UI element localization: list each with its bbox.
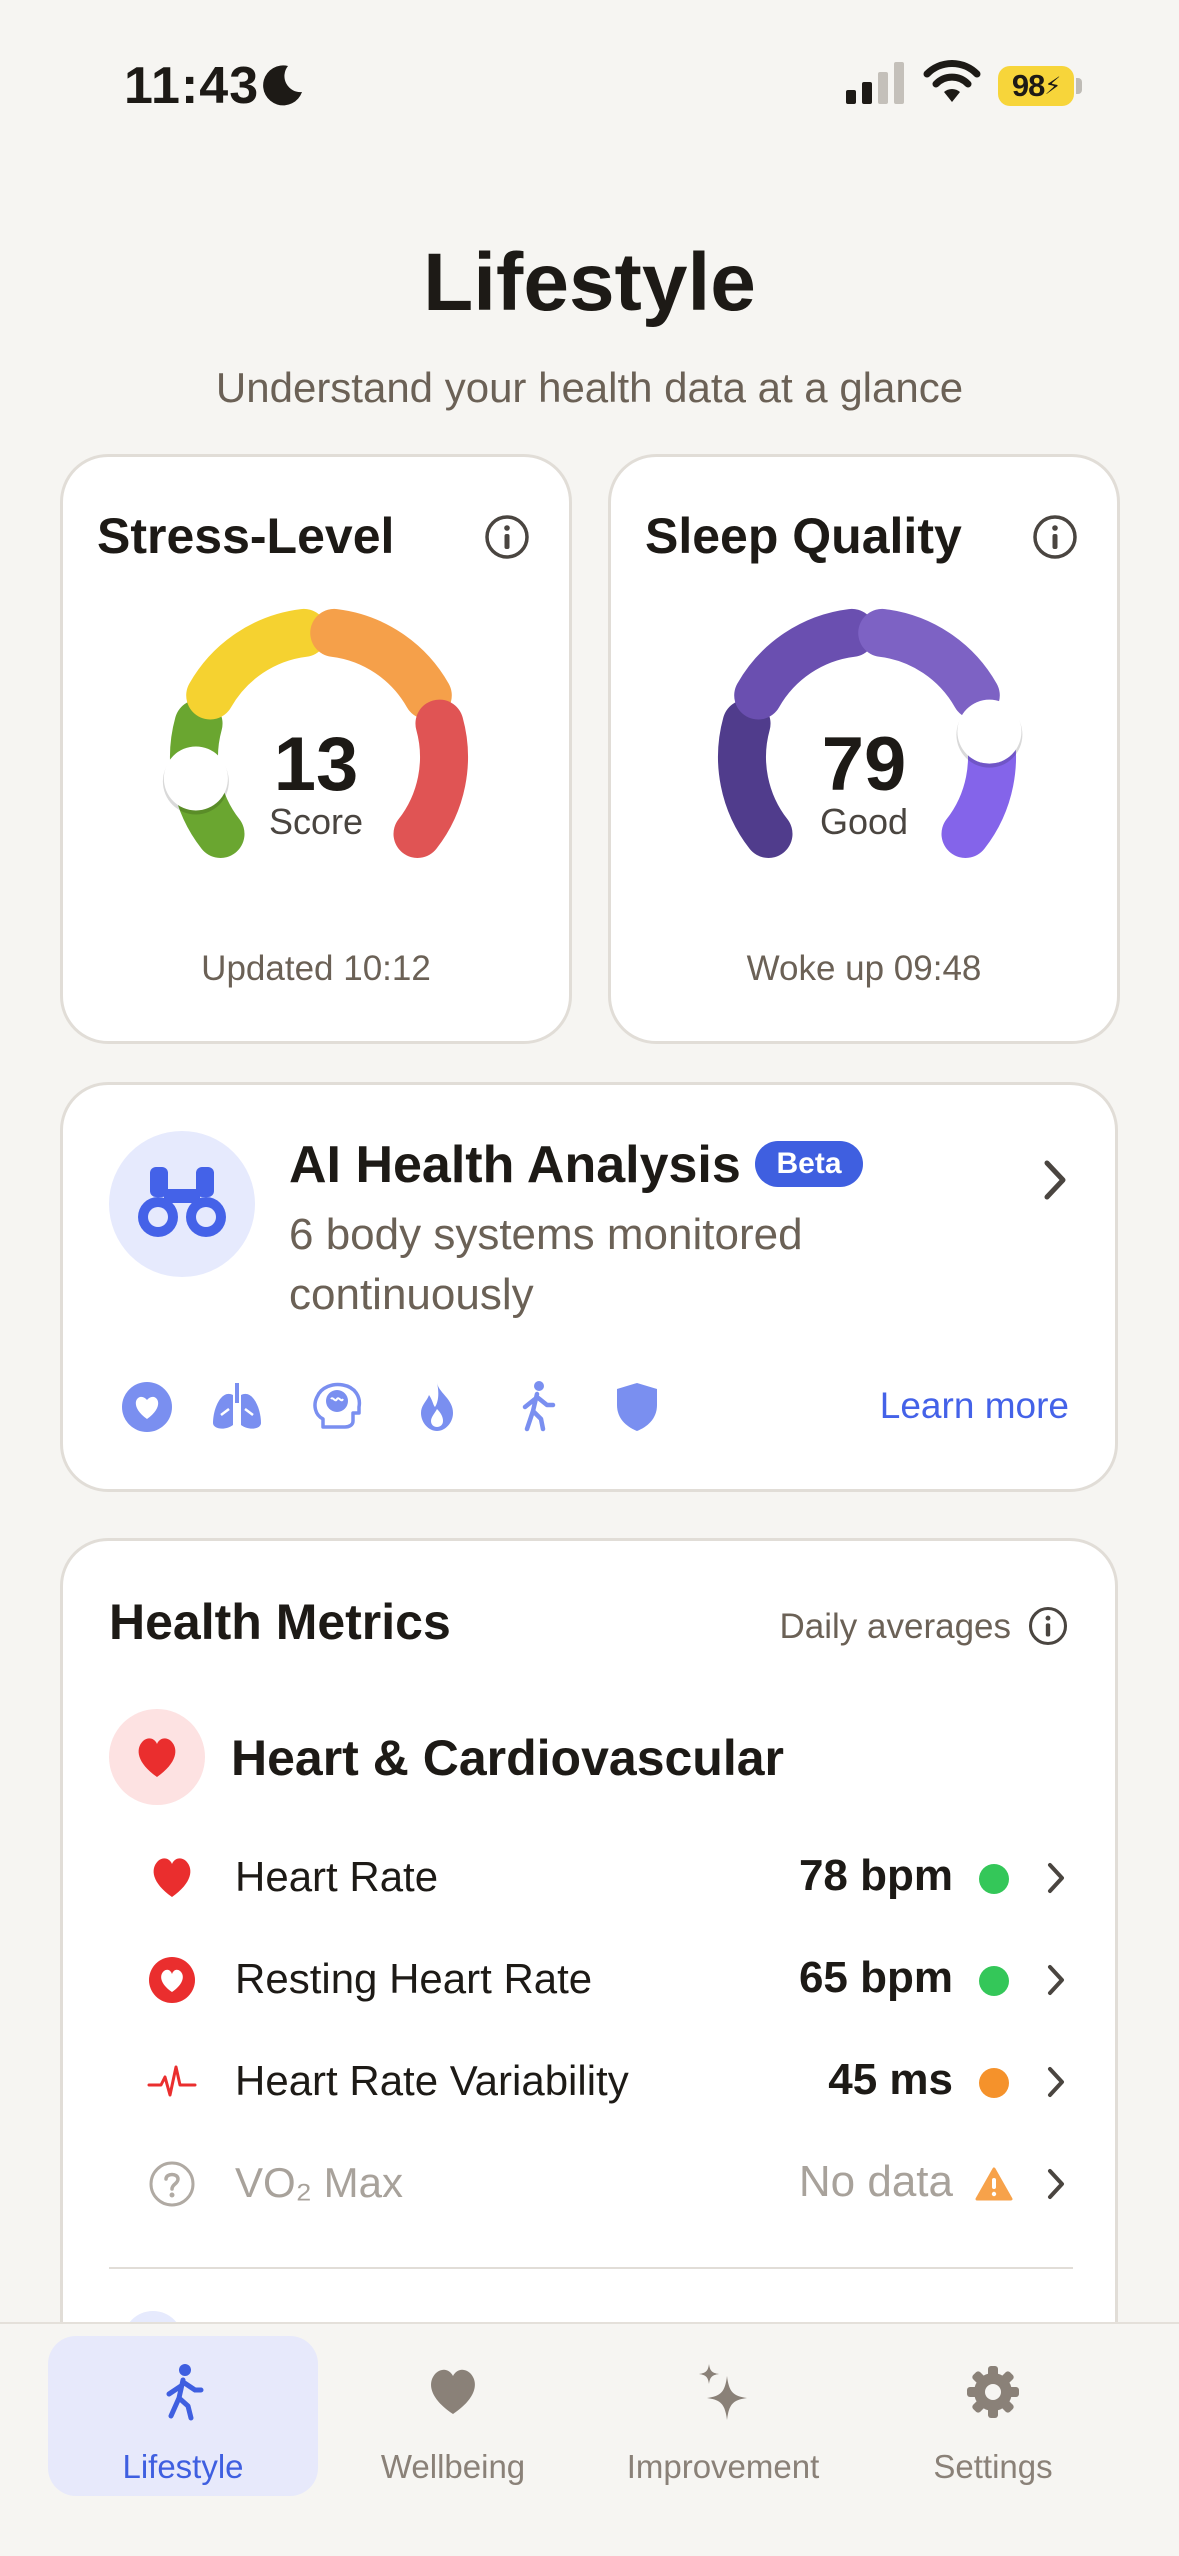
gauge-segment — [734, 608, 876, 720]
category-title: Heart & Cardiovascular — [231, 1730, 785, 1786]
battery-percent: 98 — [1011, 68, 1045, 103]
tab-label: Lifestyle — [122, 2448, 244, 2485]
metric-row-heart-rate[interactable]: Heart Rate 78 bpm — [63, 1833, 1115, 1923]
sleep-score-value: 79 — [821, 722, 907, 807]
battery-level: 98 ⚡ — [998, 66, 1074, 106]
chevron-right-icon — [1048, 1863, 1064, 1893]
ai-card-description: 6 body systems monitored continuously — [289, 1210, 803, 1319]
lungs-icon — [213, 1383, 261, 1429]
info-icon[interactable] — [483, 513, 531, 561]
ai-card-title: AI Health Analysis — [289, 1136, 741, 1194]
page-title: Lifestyle — [423, 237, 756, 328]
battery-cap — [1076, 78, 1082, 94]
walking-icon — [522, 1381, 556, 1432]
tab-label: Settings — [933, 2448, 1053, 2485]
metric-name: Resting Heart Rate — [235, 1955, 593, 2002]
chevron-right-icon — [1048, 1965, 1064, 1995]
stress-score-label: Score — [268, 801, 364, 842]
battery-indicator: 98 ⚡ — [998, 66, 1082, 106]
heart-icon — [153, 1858, 191, 1897]
flame-icon — [421, 1383, 453, 1431]
beta-badge: Beta — [755, 1141, 863, 1187]
walking-icon — [166, 2364, 204, 2421]
sleep-wake-time: Woke up 09:48 — [746, 949, 982, 988]
chevron-right-icon — [1048, 2169, 1064, 2199]
sleep-score-label: Good — [819, 801, 909, 842]
sleep-quality-card[interactable]: Sleep Quality 79 Good Woke up 09:48 — [608, 454, 1120, 1044]
status-dot — [979, 1864, 1009, 1894]
metric-name: VO₂ Max — [235, 2159, 403, 2206]
heart-icon — [138, 1738, 176, 1777]
chevron-right-icon — [1048, 2067, 1064, 2097]
shield-icon — [617, 1383, 657, 1431]
gauge-segment — [186, 608, 328, 720]
health-metrics-title: Health Metrics — [109, 1594, 451, 1650]
tab-label: Improvement — [626, 2448, 820, 2485]
metric-value: 45 ms — [828, 2055, 953, 2104]
metric-row-resting-heart-rate[interactable]: Resting Heart Rate 65 bpm — [63, 1935, 1115, 2025]
divider — [109, 2267, 1073, 2269]
ai-health-analysis-card[interactable]: AI Health Analysis Beta 6 body systems m… — [60, 1082, 1118, 1492]
metric-row-vo2-max[interactable]: VO₂ Max No data — [63, 2139, 1115, 2229]
question-circle-icon — [149, 2161, 195, 2207]
learn-more-link[interactable]: Learn more — [880, 1385, 1069, 1427]
status-dot — [979, 1966, 1009, 1996]
category-icon-badge — [109, 1709, 205, 1805]
heart-icon — [122, 1382, 172, 1432]
info-icon[interactable] — [1031, 513, 1079, 561]
warning-icon — [975, 2167, 1013, 2201]
tab-improvement[interactable]: Improvement — [588, 2336, 858, 2496]
brain-icon — [313, 1382, 362, 1429]
gauge-segment — [858, 608, 1000, 720]
pulse-icon — [147, 2065, 197, 2097]
binoculars-icon — [138, 1167, 226, 1237]
tab-wellbeing[interactable]: Wellbeing — [318, 2336, 588, 2496]
stress-updated-time: Updated 10:12 — [201, 949, 431, 988]
tab-settings[interactable]: Settings — [858, 2336, 1128, 2496]
heart-circle-icon — [149, 1957, 195, 2003]
stress-level-card[interactable]: Stress-Level 13 Score Updated 10:12 — [60, 454, 572, 1044]
gauge-segment — [310, 608, 452, 720]
metric-name: Heart Rate Variability — [235, 2057, 629, 2104]
stress-level-title: Stress-Level — [97, 508, 395, 564]
status-bar: 11:43 98 ⚡ — [0, 0, 1179, 160]
metric-row-heart-rate-variability[interactable]: Heart Rate Variability 45 ms — [63, 2037, 1115, 2127]
gear-icon — [967, 2366, 1019, 2418]
moon-icon — [263, 65, 302, 106]
page-subtitle: Understand your health data at a glance — [215, 364, 964, 411]
status-dot — [979, 2068, 1009, 2098]
tab-bar: Lifestyle Wellbeing Improvement Settings — [0, 2322, 1179, 2556]
heart-icon — [431, 2369, 475, 2414]
ai-avatar — [109, 1131, 255, 1277]
cellular-signal-icon — [846, 62, 904, 104]
stress-score-value: 13 — [273, 722, 359, 807]
metric-value: No data — [798, 2157, 953, 2206]
metric-name: Heart Rate — [235, 1853, 439, 1900]
status-time: 11:43 — [124, 57, 260, 115]
wifi-icon — [923, 60, 981, 102]
daily-averages-label: Daily averages — [779, 1607, 1012, 1646]
chevron-right-icon[interactable] — [1039, 1157, 1071, 1203]
tab-label: Wellbeing — [380, 2448, 526, 2485]
metric-value: 78 bpm — [798, 1851, 953, 1900]
metric-value: 65 bpm — [798, 1953, 953, 2002]
sleep-quality-title: Sleep Quality — [645, 508, 962, 564]
charging-bolt-icon: ⚡ — [1044, 72, 1061, 100]
tab-lifestyle[interactable]: Lifestyle — [48, 2336, 318, 2496]
sparkles-icon — [699, 2364, 747, 2420]
info-icon[interactable] — [1027, 1605, 1069, 1647]
